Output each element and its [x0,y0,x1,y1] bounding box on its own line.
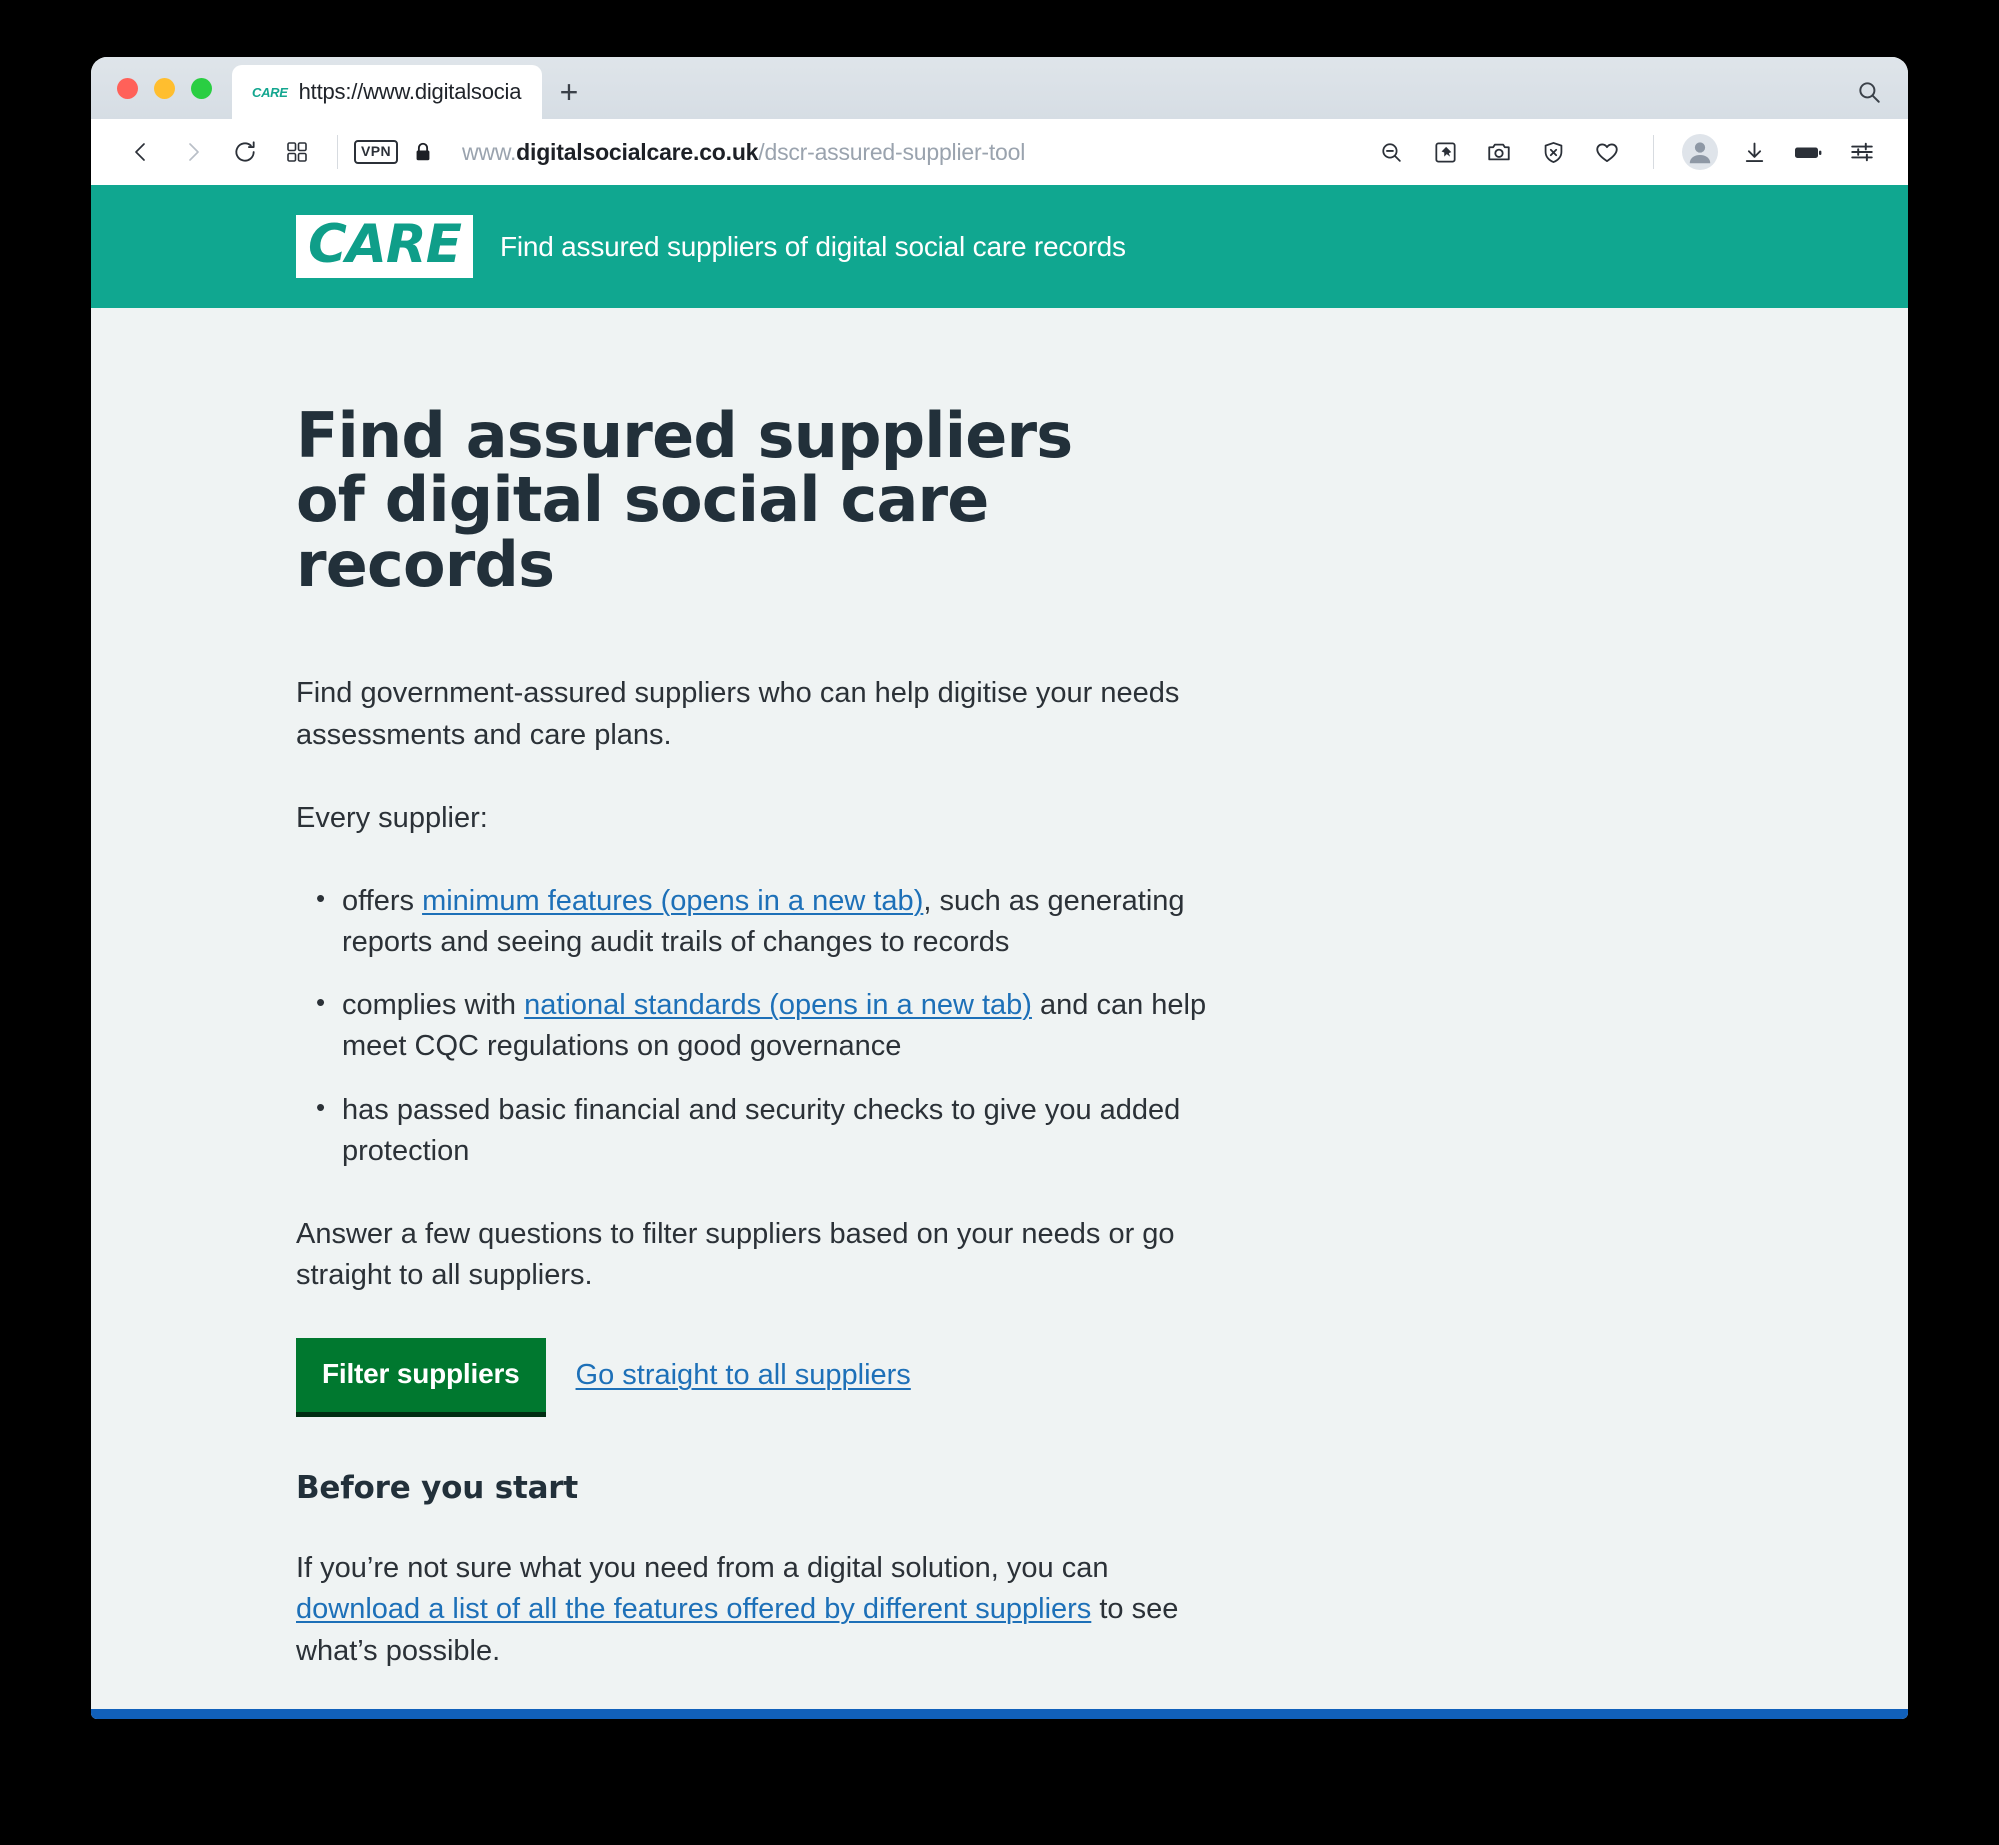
feature-list-item: offers minimum features (opens in a new … [316,880,1276,963]
intro-paragraph: Find government-assured suppliers who ca… [296,677,1180,751]
minimize-window-button[interactable] [154,77,175,99]
care-logo-text: CARE [308,214,462,276]
tab-search-button[interactable] [1844,65,1908,119]
filter-suppliers-button[interactable]: Filter suppliers [296,1338,546,1413]
reader-battery-button[interactable] [1784,128,1832,176]
profile-avatar-icon [1685,137,1715,167]
feature-list-item: complies with national standards (opens … [316,984,1276,1067]
action-row: Filter suppliers Go straight to all supp… [296,1338,1276,1413]
settings-sliders-icon [1849,139,1875,165]
reload-icon [232,139,258,165]
pin-page-button[interactable] [1421,128,1469,176]
pin-page-icon [1433,140,1458,165]
screenshot-button[interactable] [1475,128,1523,176]
window-traffic-lights [91,57,232,119]
list-lead-text: Every supplier: [296,801,488,834]
window-footer-bar [91,1709,1908,1719]
back-chevron-icon [129,140,153,164]
vpn-badge[interactable]: VPN [354,140,398,164]
tab-favicon-care-icon: CARE [252,84,288,100]
minimum-features-link[interactable]: minimum features (opens in a new tab) [422,885,923,917]
maximize-window-button[interactable] [191,77,212,99]
site-header-title: Find assured suppliers of digital social… [499,230,1126,262]
site-header: CARE Find assured suppliers of digital s… [91,185,1908,308]
download-features-list-link[interactable]: download a list of all the features offe… [296,1593,1091,1625]
page-title: Find assured suppliers of digital social… [296,399,1073,601]
toolbar-right-icons [1367,128,1886,176]
tabs-overview-button[interactable] [273,128,321,176]
forward-button[interactable] [169,128,217,176]
go-to-all-suppliers-link[interactable]: Go straight to all suppliers [576,1359,911,1392]
reload-button[interactable] [221,128,269,176]
care-logo[interactable]: CARE [296,214,473,278]
zoom-out-button[interactable] [1367,128,1415,176]
downloads-button[interactable] [1730,128,1778,176]
feature-prefix: has passed basic financial and security … [342,1093,1181,1167]
heart-favorite-icon [1594,139,1620,165]
back-button[interactable] [117,128,165,176]
national-standards-link[interactable]: national standards (opens in a new tab) [524,989,1032,1021]
shield-block-icon [1541,140,1566,165]
toolbar-divider [337,135,338,169]
search-icon [1856,79,1882,105]
zoom-out-icon [1379,140,1404,165]
tab-strip-spacer [596,65,1844,119]
toolbar-divider-2 [1653,135,1654,169]
favorites-button[interactable] [1583,128,1631,176]
grid-tabs-icon [285,140,309,164]
url-text: www.digitalsocialcare.co.uk/dscr-assured… [462,139,1025,166]
content-column: Find assured suppliers of digital social… [296,399,1276,1672]
before-you-start-heading: Before you start [296,1470,579,1507]
before-you-start-prefix: If you’re not sure what you need from a … [296,1552,1109,1585]
settings-button[interactable] [1838,128,1886,176]
new-tab-button[interactable]: + [542,65,596,119]
url-host: digitalsocialcare.co.uk [516,138,759,165]
tab-title: https://www.digitalsocialcare.co [298,79,522,104]
feature-prefix: complies with [342,989,525,1022]
before-you-start-paragraph: If you’re not sure what you need from a … [296,1548,1186,1672]
profile-button[interactable] [1682,134,1718,170]
screenshot-camera-icon [1486,139,1512,165]
url-path: /dscr-assured-supplier-tool [758,138,1026,165]
browser-toolbar: VPN www.digitalsocialcare.co.uk/dscr-ass… [91,119,1908,185]
download-icon [1742,140,1767,165]
content-blocker-button[interactable] [1529,128,1577,176]
url-scheme-prefix: www. [462,138,517,165]
reader-battery-icon [1793,139,1823,165]
feature-list: offers minimum features (opens in a new … [296,880,1276,1172]
padlock-icon [412,140,434,164]
feature-list-item: has passed basic financial and security … [316,1089,1276,1172]
address-bar[interactable]: VPN www.digitalsocialcare.co.uk/dscr-ass… [354,139,1367,166]
answer-questions-paragraph: Answer a few questions to filter supplie… [296,1217,1175,1292]
feature-prefix: offers [342,884,423,917]
navigation-buttons [117,128,321,176]
forward-chevron-icon [181,140,205,164]
browser-tab[interactable]: CARE https://www.digitalsocialcare.co [232,65,542,119]
page-content: Find assured suppliers of digital social… [91,308,1908,1709]
page-viewport: CARE Find assured suppliers of digital s… [91,185,1908,1709]
close-window-button[interactable] [117,77,138,99]
browser-window: CARE https://www.digitalsocialcare.co + [91,57,1908,1719]
browser-tab-strip: CARE https://www.digitalsocialcare.co + [91,57,1908,119]
